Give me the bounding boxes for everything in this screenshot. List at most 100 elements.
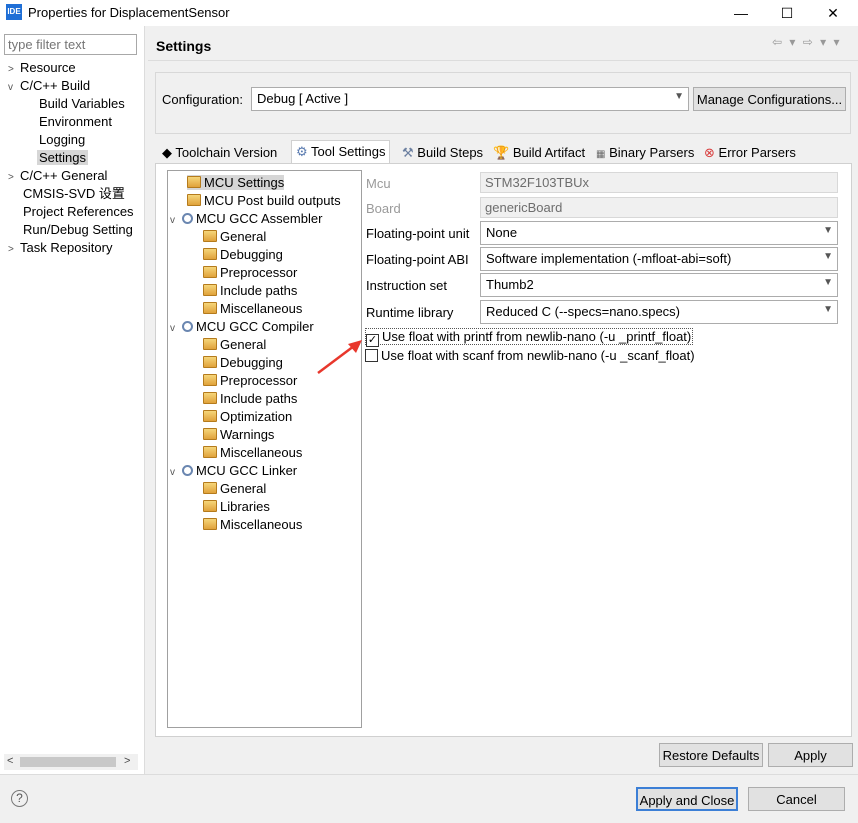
arrow-head (348, 340, 362, 353)
chevron-down-icon[interactable]: v (170, 464, 182, 482)
tree-item-post-build[interactable]: MCU Post build outputs (170, 192, 360, 210)
manage-configurations-button[interactable]: Manage Configurations... (693, 87, 846, 111)
restore-defaults-button[interactable]: Restore Defaults (659, 743, 763, 767)
tree-item-ld-misc[interactable]: Miscellaneous (170, 516, 360, 534)
toolchain-icon: ◆ (162, 145, 172, 160)
chevron-down-icon: ▼ (823, 304, 833, 315)
settings-page-icon (203, 374, 217, 386)
nav-item-cc-build[interactable]: v C/C++ Build (8, 77, 145, 95)
red-arrow-icon (317, 340, 362, 374)
cancel-button[interactable]: Cancel (748, 787, 845, 811)
tree-item-cc-warnings[interactable]: Warnings (170, 426, 360, 444)
settings-page-icon (203, 428, 217, 440)
wrench-icon: ⚒ (402, 145, 414, 160)
divider (148, 60, 858, 61)
chevron-down-icon: ▼ (823, 277, 833, 288)
gear-icon: ⚙ (296, 144, 308, 159)
settings-page-icon (203, 500, 217, 512)
nav-item-build-variables[interactable]: Build Variables (8, 95, 145, 113)
tree-item-linker[interactable]: v MCU GCC Linker (170, 462, 360, 480)
settings-page-icon (203, 338, 217, 350)
nav-item-cmsis[interactable]: CMSIS-SVD 设置 (8, 185, 145, 203)
tree-item-asm-misc[interactable]: Miscellaneous (170, 300, 360, 318)
chevron-down-icon: ▼ (823, 225, 833, 236)
tab-build-steps[interactable]: ⚒ Build Steps (398, 142, 487, 164)
nav-item-task-repository[interactable]: > Task Repository (8, 239, 145, 257)
settings-page-icon (187, 176, 201, 188)
settings-page-icon (203, 482, 217, 494)
binary-icon: ▦ (596, 149, 606, 160)
tree-item-asm-include-paths[interactable]: Include paths (170, 282, 360, 300)
gear-icon (182, 465, 193, 476)
settings-page-icon (187, 194, 201, 206)
configuration-label: Configuration: (162, 92, 243, 107)
settings-page-icon (203, 302, 217, 314)
nav-item-environment[interactable]: Environment (8, 113, 145, 131)
tree-item-cc-optimization[interactable]: Optimization (170, 408, 360, 426)
tree-item-cc-include-paths[interactable]: Include paths (170, 390, 360, 408)
tree-item-ld-libraries[interactable]: Libraries (170, 498, 360, 516)
scrollbar-thumb[interactable] (20, 757, 116, 767)
scroll-right-icon[interactable]: > (124, 755, 130, 767)
page-title: Settings (156, 38, 212, 54)
instruction-set-select[interactable]: Thumb2 ▼ (480, 273, 838, 297)
chevron-right-icon[interactable]: > (8, 241, 20, 259)
settings-page-icon (203, 230, 217, 242)
printf-float-checkbox[interactable]: ✓ Use float with printf from newlib-nano … (365, 328, 694, 347)
apply-button[interactable]: Apply (768, 743, 853, 767)
fpabi-label: Floating-point ABI (366, 252, 469, 267)
fpabi-select[interactable]: Software implementation (-mfloat-abi=sof… (480, 247, 838, 271)
help-icon[interactable]: ? (11, 790, 28, 807)
tab-toolchain-version[interactable]: ◆ Toolchain Version (158, 142, 281, 164)
trophy-icon: 🏆 (493, 145, 510, 160)
tree-item-ld-general[interactable]: General (170, 480, 360, 498)
nav-item-cc-general[interactable]: > C/C++ General (8, 167, 145, 185)
tree-item-asm-debugging[interactable]: Debugging (170, 246, 360, 264)
close-button[interactable]: ✕ (810, 0, 856, 26)
chevron-down-icon[interactable]: v (170, 320, 182, 338)
settings-page-icon (203, 410, 217, 422)
configuration-select[interactable]: Debug [ Active ] ▼ (251, 87, 689, 111)
chevron-down-icon[interactable]: v (8, 79, 20, 97)
chevron-down-icon[interactable]: v (170, 212, 182, 230)
scroll-left-icon[interactable]: < (7, 755, 13, 767)
tree-item-mcu-settings[interactable]: MCU Settings (170, 174, 360, 192)
runtime-library-label: Runtime library (366, 305, 454, 320)
nav-item-settings[interactable]: Settings (8, 149, 145, 167)
apply-and-close-button[interactable]: Apply and Close (636, 787, 738, 811)
nav-item-logging[interactable]: Logging (8, 131, 145, 149)
minimize-button[interactable]: — (718, 0, 764, 26)
tree-item-cc-misc[interactable]: Miscellaneous (170, 444, 360, 462)
divider (0, 774, 858, 775)
scanf-float-checkbox[interactable]: Use float with scanf from newlib-nano (-… (365, 348, 695, 365)
arrow-shaft (317, 345, 355, 374)
settings-page-icon (203, 248, 217, 260)
tree-item-compiler[interactable]: v MCU GCC Compiler (170, 318, 360, 336)
chevron-down-icon: ▼ (674, 91, 684, 102)
settings-page-icon (203, 266, 217, 278)
window-title: Properties for DisplacementSensor (28, 5, 230, 20)
tree-item-asm-preprocessor[interactable]: Preprocessor (170, 264, 360, 282)
ide-logo-icon: IDE (6, 4, 22, 20)
settings-page-icon (203, 356, 217, 368)
runtime-library-select[interactable]: Reduced C (--specs=nano.specs) ▼ (480, 300, 838, 324)
nav-tree: > Resource v C/C++ Build Build Variables E… (8, 59, 145, 257)
tab-binary-parsers[interactable]: ▦ Binary Parsers (592, 142, 698, 164)
tab-error-parsers[interactable]: ⊗ Error Parsers (700, 142, 800, 164)
history-nav-icons[interactable]: ⇦ ▾ ⇨ ▾ ▾ (772, 35, 842, 49)
filter-input[interactable] (4, 34, 137, 55)
tab-tool-settings[interactable]: ⚙ Tool Settings (291, 140, 391, 164)
nav-item-run-debug[interactable]: Run/Debug Setting (8, 221, 145, 239)
tree-item-asm-general[interactable]: General (170, 228, 360, 246)
tab-build-artifact[interactable]: 🏆 Build Artifact (489, 142, 589, 164)
nav-item-project-references[interactable]: Project References (8, 203, 145, 221)
settings-page-icon (203, 446, 217, 458)
error-icon: ⊗ (704, 145, 715, 160)
fpu-select[interactable]: None ▼ (480, 221, 838, 245)
chevron-down-icon: ▼ (823, 251, 833, 262)
maximize-button[interactable]: ☐ (764, 0, 810, 26)
settings-page-icon (203, 284, 217, 296)
chevron-right-icon[interactable]: > (8, 169, 20, 187)
nav-item-resource[interactable]: > Resource (8, 59, 145, 77)
tree-item-assembler[interactable]: v MCU GCC Assembler (170, 210, 360, 228)
